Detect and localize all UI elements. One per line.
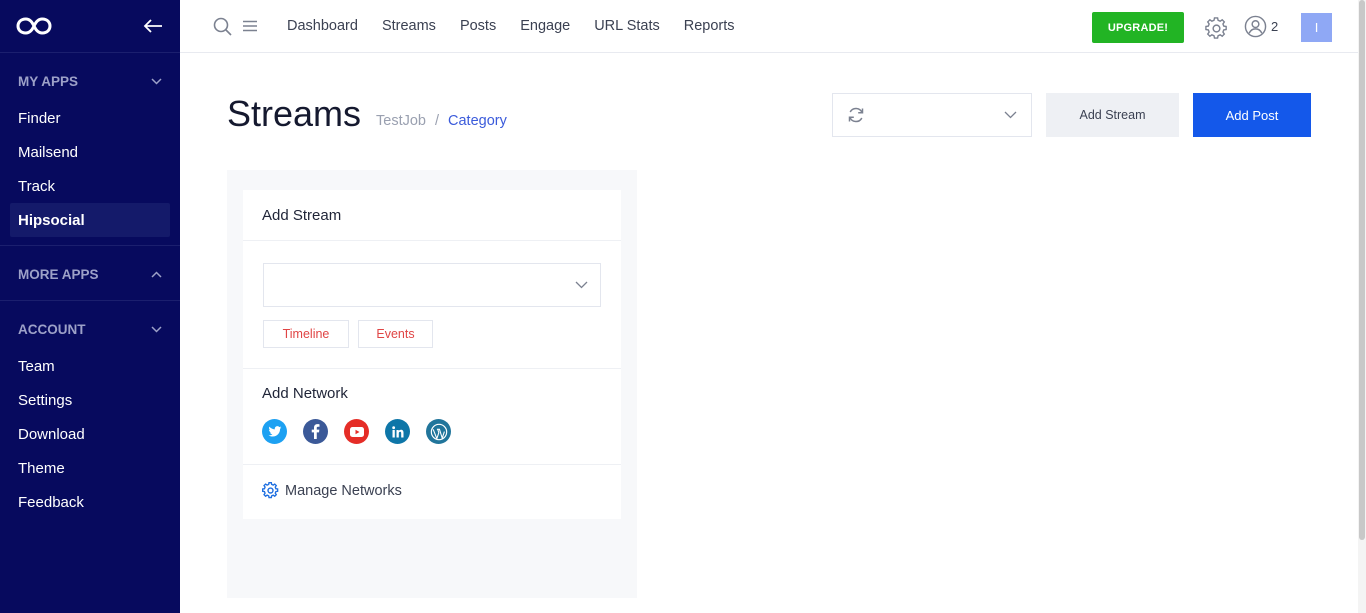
- card-title: Add Stream: [243, 190, 621, 241]
- logo-icon[interactable]: [16, 15, 52, 37]
- upgrade-button[interactable]: UPGRADE!: [1092, 12, 1184, 43]
- sidebar-item-label: Finder: [18, 109, 61, 127]
- sidebar-item-team[interactable]: Team: [10, 349, 170, 383]
- nav-dashboard[interactable]: Dashboard: [287, 18, 358, 34]
- sidebar-item-label: Track: [18, 177, 55, 195]
- manage-networks-label: Manage Networks: [285, 482, 402, 499]
- sidebar-item-download[interactable]: Download: [10, 417, 170, 451]
- youtube-icon[interactable]: [344, 419, 369, 444]
- sidebar-item-label: Mailsend: [18, 143, 79, 161]
- section-toggle-my-apps[interactable]: MY APPS: [0, 61, 180, 101]
- stream-type-select[interactable]: [263, 263, 601, 307]
- events-button[interactable]: Events: [358, 320, 433, 348]
- nav-engage[interactable]: Engage: [520, 18, 570, 34]
- section-toggle-account[interactable]: ACCOUNT: [0, 309, 180, 349]
- app-root: MY APPS Finder Mailsend Track Hipsocial …: [0, 0, 1366, 613]
- sidebar-item-mailsend[interactable]: Mailsend: [10, 135, 170, 169]
- sidebar-item-finder[interactable]: Finder: [10, 101, 170, 135]
- divider: [243, 368, 621, 369]
- collapse-sidebar-icon[interactable]: [142, 15, 164, 37]
- sidebar-item-label: Theme: [18, 459, 65, 477]
- wordpress-icon[interactable]: [426, 419, 451, 444]
- add-network-title: Add Network: [262, 385, 348, 402]
- sidebar-header: [0, 0, 180, 53]
- divider: [243, 464, 621, 465]
- sidebar-item-label: Feedback: [18, 493, 84, 511]
- top-navbar: Dashboard Streams Posts Engage URL Stats…: [180, 0, 1358, 53]
- sidebar-item-track[interactable]: Track: [10, 169, 170, 203]
- sidebar-item-label: Team: [18, 357, 55, 375]
- chevron-down-icon: [575, 281, 588, 289]
- gear-icon: [262, 482, 279, 499]
- sidebar-item-settings[interactable]: Settings: [10, 383, 170, 417]
- breadcrumb-separator: /: [434, 113, 440, 129]
- sidebar-item-hipsocial[interactable]: Hipsocial: [10, 203, 170, 237]
- nav-url-stats[interactable]: URL Stats: [594, 18, 660, 34]
- facebook-icon[interactable]: [303, 419, 328, 444]
- nav-reports[interactable]: Reports: [684, 18, 735, 34]
- sidebar-section-more-apps: MORE APPS: [0, 246, 180, 301]
- network-icons: [262, 419, 451, 444]
- chevron-up-icon: [151, 270, 162, 278]
- sidebar-section-my-apps: MY APPS Finder Mailsend Track Hipsocial: [0, 53, 180, 246]
- section-toggle-more-apps[interactable]: MORE APPS: [0, 254, 180, 294]
- sidebar-item-label: Download: [18, 425, 85, 443]
- chevron-down-icon: [1004, 111, 1017, 119]
- add-stream-button[interactable]: Add Stream: [1046, 93, 1179, 137]
- add-stream-card: Add Stream Timeline Events Add Network M…: [243, 190, 621, 519]
- timeline-button[interactable]: Timeline: [263, 320, 349, 348]
- linkedin-icon[interactable]: [385, 419, 410, 444]
- gear-icon[interactable]: [1204, 16, 1228, 40]
- add-post-button[interactable]: Add Post: [1193, 93, 1311, 137]
- sidebar: MY APPS Finder Mailsend Track Hipsocial …: [0, 0, 180, 613]
- twitter-icon[interactable]: [262, 419, 287, 444]
- page-title: Streams: [227, 93, 362, 134]
- user-circle-icon: [1244, 15, 1267, 38]
- avatar[interactable]: I: [1301, 13, 1332, 42]
- page-scrollbar[interactable]: [1358, 0, 1366, 613]
- sidebar-item-label: Settings: [18, 391, 73, 409]
- sidebar-section-account: ACCOUNT Team Settings Download Theme Fee…: [0, 301, 180, 527]
- manage-networks-link[interactable]: Manage Networks: [262, 482, 402, 499]
- sidebar-item-feedback[interactable]: Feedback: [10, 485, 170, 519]
- search-icon[interactable]: [212, 16, 232, 36]
- section-title: MY APPS: [18, 73, 79, 89]
- sidebar-item-theme[interactable]: Theme: [10, 451, 170, 485]
- breadcrumb-current[interactable]: Category: [448, 113, 507, 129]
- team-members-button[interactable]: 2: [1244, 15, 1278, 38]
- nav-posts[interactable]: Posts: [460, 18, 496, 34]
- chevron-down-icon: [151, 325, 162, 333]
- scrollbar-thumb[interactable]: [1359, 0, 1365, 540]
- chevron-down-icon: [151, 77, 162, 85]
- breadcrumb: TestJob / Category: [376, 113, 507, 129]
- user-count: 2: [1271, 19, 1279, 34]
- section-title: ACCOUNT: [18, 321, 86, 337]
- stream-refresh-select[interactable]: [832, 93, 1032, 137]
- breadcrumb-root[interactable]: TestJob: [376, 113, 426, 129]
- refresh-icon: [848, 107, 864, 123]
- nav-streams[interactable]: Streams: [382, 18, 436, 34]
- menu-icon[interactable]: [240, 16, 260, 36]
- section-title: MORE APPS: [18, 266, 99, 282]
- sidebar-item-label: Hipsocial: [18, 211, 85, 229]
